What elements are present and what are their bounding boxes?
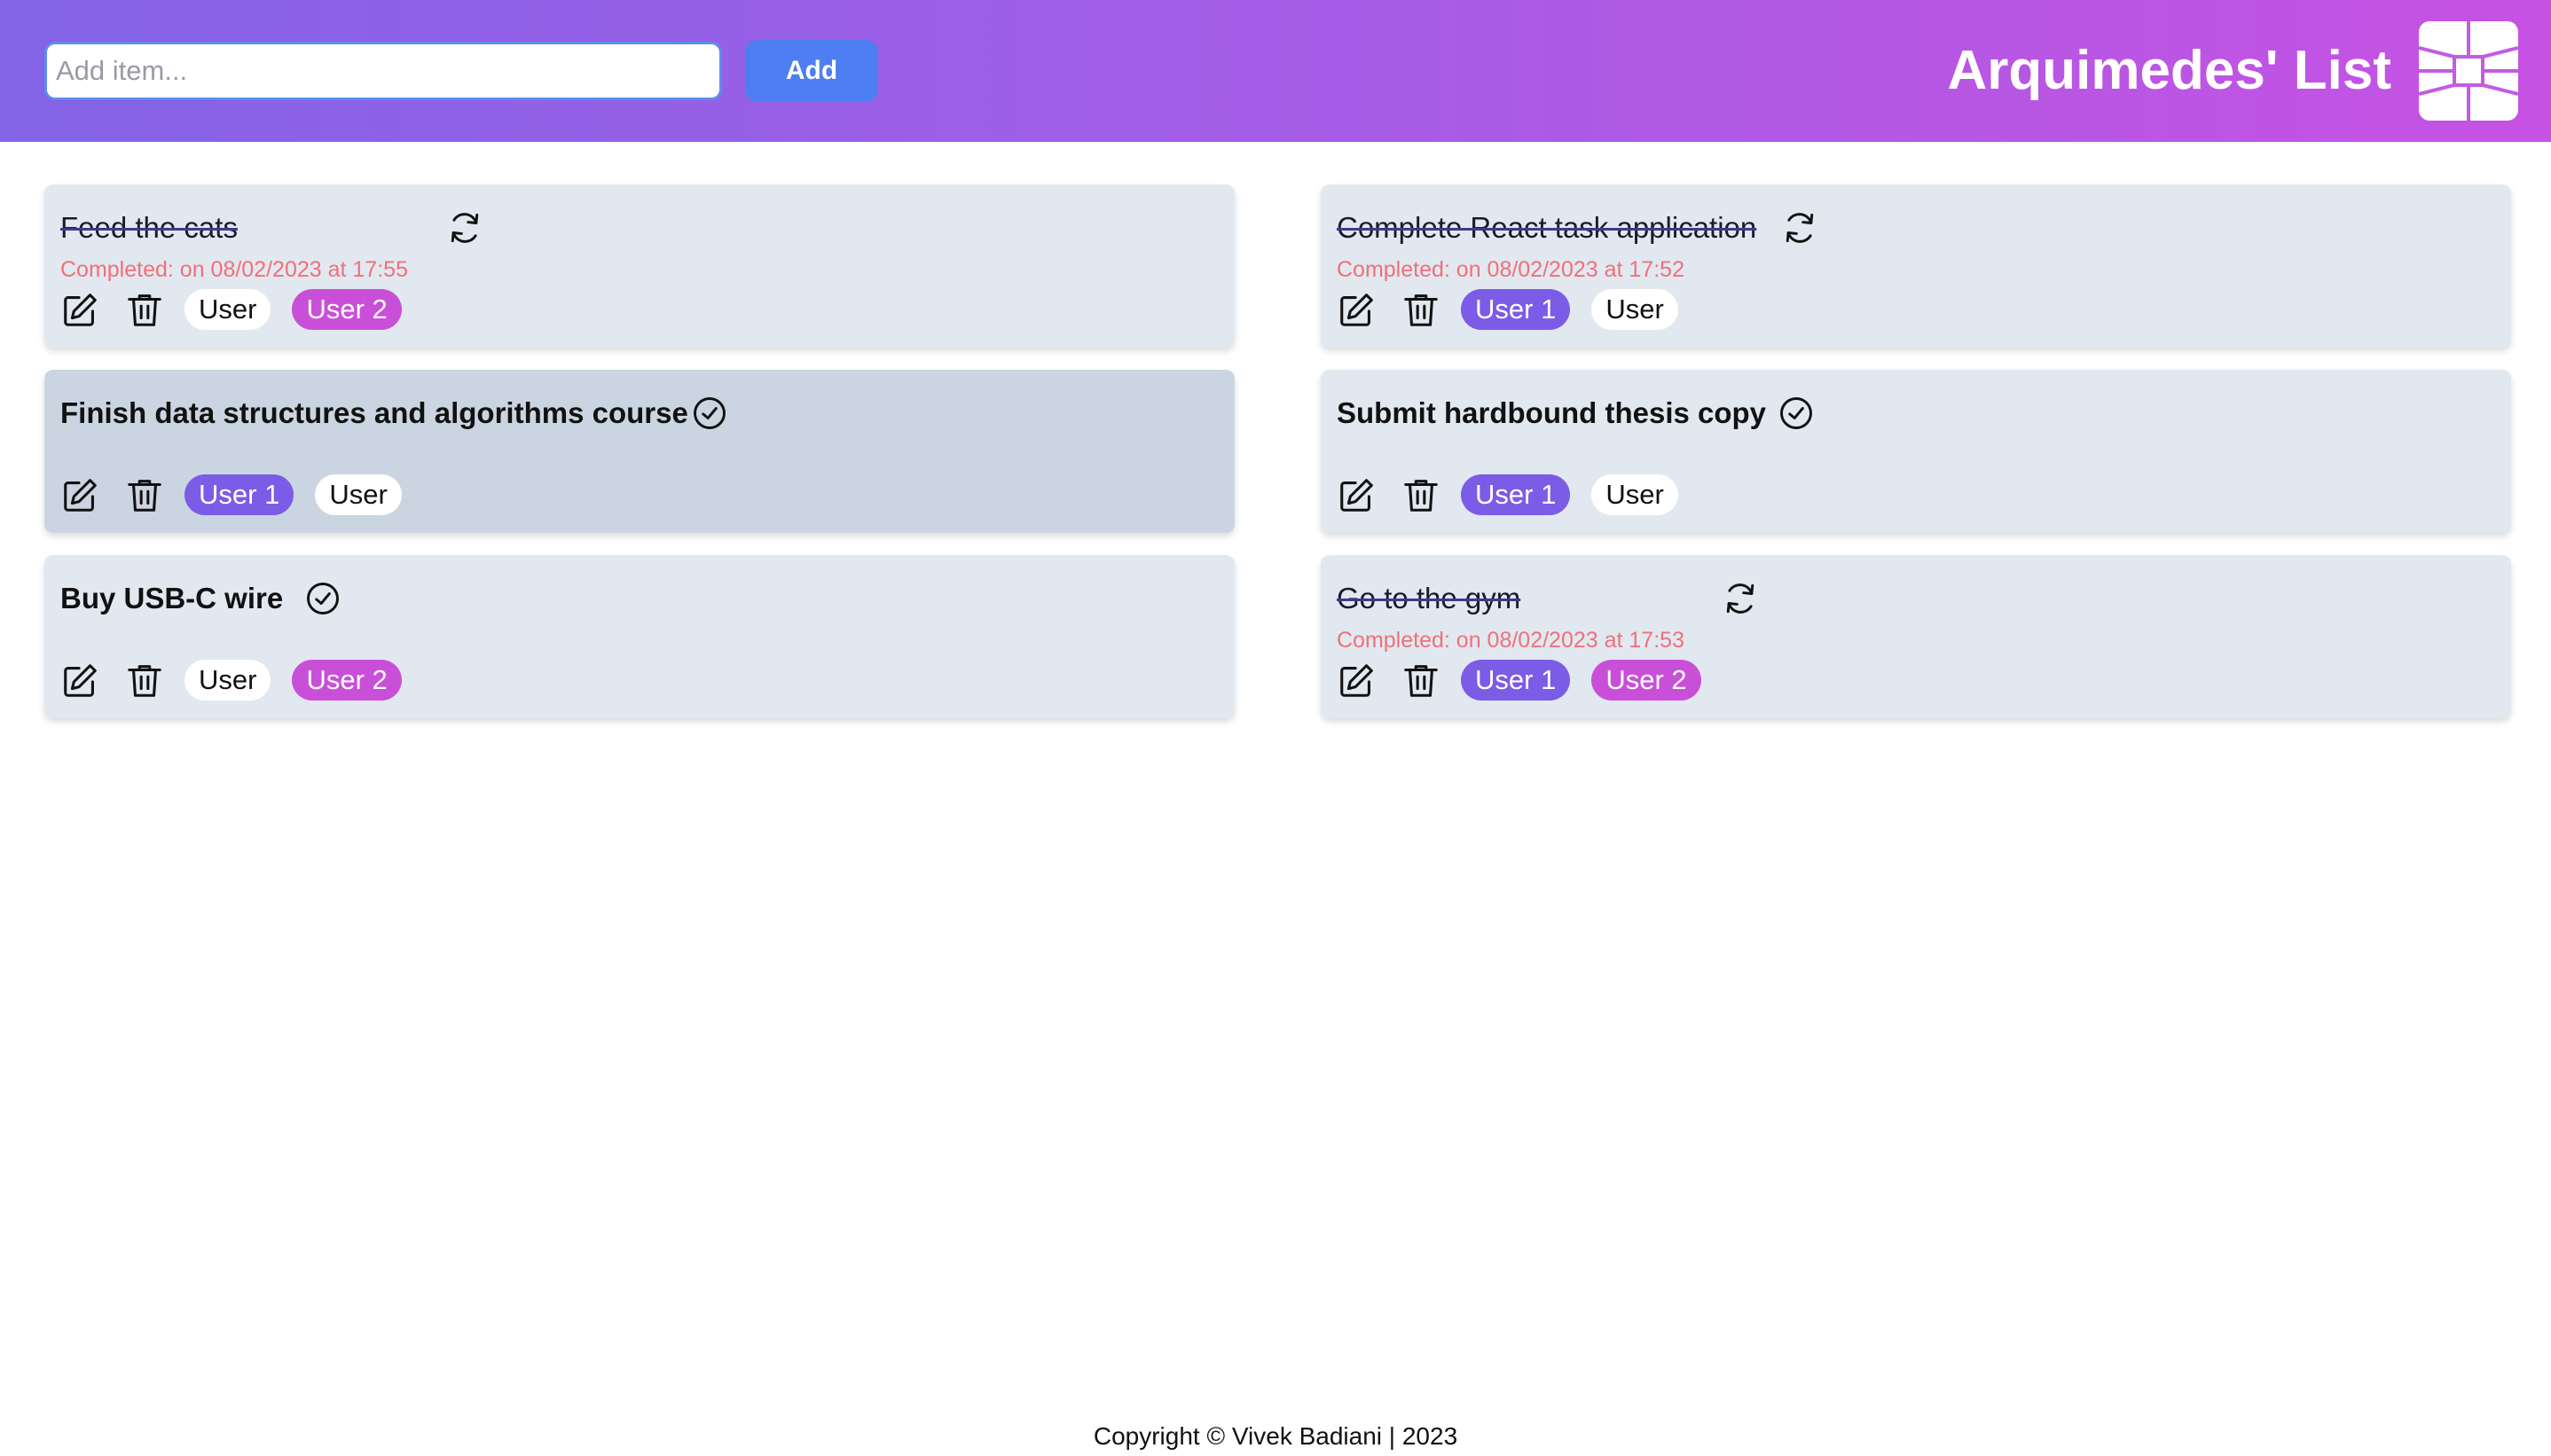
trash-icon[interactable] [124,474,165,515]
completed-timestamp: Completed: on 08/02/2023 at 17:52 [1337,257,1684,282]
user-tag[interactable]: User [1591,289,1678,330]
pencil-square-icon[interactable] [60,660,101,701]
trash-icon[interactable] [124,660,165,701]
user-tag[interactable]: User [184,660,271,701]
task-card[interactable]: Go to the gym Completed: on 08/02/2023 a… [1321,555,2511,718]
task-card[interactable]: Complete React task application Complete… [1321,184,2511,348]
task-title: Go to the gym [1337,582,1521,614]
user-tag[interactable]: User 2 [292,660,402,701]
task-title: Buy USB-C wire [60,582,284,614]
user-tag[interactable]: User 1 [184,474,294,515]
user-tag[interactable]: User [315,474,402,515]
refresh-arrows-icon[interactable] [1721,579,1760,618]
user-tag[interactable]: User [1591,474,1678,515]
footer-copyright: Copyright © Vivek Badiani | 2023 [1093,1422,1458,1450]
trash-icon[interactable] [1401,474,1441,515]
user-tag[interactable]: User 1 [1461,474,1571,515]
task-title: Feed the cats [60,211,238,244]
check-circle-icon[interactable] [1777,394,1816,433]
user-tag[interactable]: User 1 [1461,289,1571,330]
trash-icon[interactable] [1401,289,1441,330]
refresh-arrows-icon[interactable] [1780,208,1819,247]
logo-icon [2419,21,2518,121]
task-title: Finish data structures and algorithms co… [60,396,688,429]
add-item-input[interactable] [44,42,722,100]
task-column-right: Complete React task application Complete… [1321,184,2511,740]
trash-icon[interactable] [124,289,165,330]
user-tag[interactable]: User [184,289,271,330]
pencil-square-icon[interactable] [1337,289,1378,330]
add-button[interactable]: Add [745,40,878,102]
trash-icon[interactable] [1401,660,1441,701]
pencil-square-icon[interactable] [60,289,101,330]
completed-timestamp: Completed: on 08/02/2023 at 17:55 [60,257,408,282]
user-tag[interactable]: User 2 [1591,660,1701,701]
app-title: Arquimedes' List [1947,40,2391,101]
refresh-arrows-icon[interactable] [445,208,484,247]
pencil-square-icon[interactable] [60,474,101,515]
task-card[interactable]: Submit hardbound thesis copy User 1 User [1321,370,2511,533]
check-circle-icon[interactable] [690,394,729,433]
pencil-square-icon[interactable] [1337,474,1378,515]
completed-timestamp: Completed: on 08/02/2023 at 17:53 [1337,628,1684,653]
task-card[interactable]: Feed the cats Completed: on 08/02/2023 a… [44,184,1235,348]
task-column-left: Feed the cats Completed: on 08/02/2023 a… [44,184,1235,740]
task-title: Complete React task application [1337,211,1757,244]
task-card[interactable]: Buy USB-C wire User User 2 [44,555,1235,718]
user-tag[interactable]: User 1 [1461,660,1571,701]
check-circle-icon[interactable] [303,579,342,618]
task-title: Submit hardbound thesis copy [1337,396,1767,429]
pencil-square-icon[interactable] [1337,660,1378,701]
user-tag[interactable]: User 2 [292,289,402,330]
task-card[interactable]: Finish data structures and algorithms co… [44,370,1235,533]
app-header: Add Arquimedes' List [0,0,2551,142]
